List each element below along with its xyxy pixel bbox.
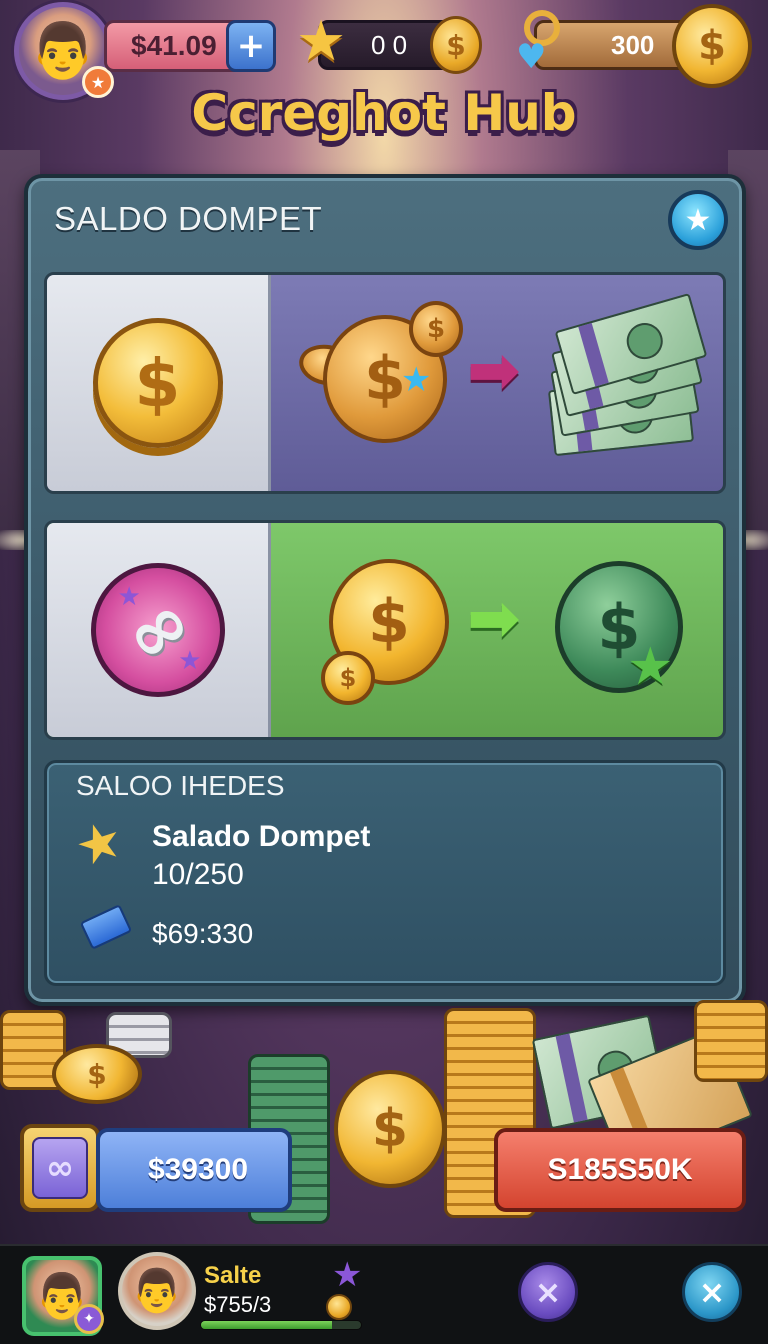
player-progress-bar	[200, 1320, 362, 1330]
panel-title: SALDO DOMPET	[54, 200, 323, 237]
player-name: Salte	[204, 1262, 262, 1289]
bottom-bar	[0, 1244, 768, 1344]
coin-stack-icon	[694, 1000, 768, 1082]
exchange-row-cash[interactable]: $ $ $ ★ ➡	[44, 272, 726, 494]
purple-star-icon: ★	[332, 1255, 363, 1295]
coin-symbol: $	[698, 23, 726, 69]
coin-value: 300	[611, 29, 655, 60]
purple-star-icon: ★	[178, 646, 202, 676]
coin-icon: $	[430, 16, 482, 74]
close-button[interactable]: ×	[682, 1262, 742, 1322]
arrow-right-icon: ➡	[467, 334, 521, 408]
star-value: 0 0	[371, 29, 408, 60]
row-left-tile: ∞ ★ ★	[47, 523, 271, 737]
redeem-button[interactable]: $39300	[96, 1128, 292, 1212]
small-coin-icon: $	[409, 301, 463, 357]
withdraw-button[interactable]: S185S50K	[494, 1128, 746, 1212]
big-coin-icon[interactable]: $	[672, 4, 752, 88]
decor-coin-icon: $	[334, 1070, 446, 1188]
badge-icon: ✦	[74, 1304, 104, 1334]
pretzel-badge-icon: ∞ ★ ★	[90, 563, 225, 697]
add-money-button[interactable]: +	[226, 20, 276, 72]
player-face-icon: 👨	[130, 1266, 184, 1315]
player-profile-avatar[interactable]: 👨	[118, 1252, 196, 1330]
arrow-right-icon: ➡	[467, 582, 521, 656]
favorite-button[interactable]: ★	[668, 190, 728, 250]
purple-star-icon: ★	[117, 582, 141, 612]
heart-icon: ♥	[516, 37, 547, 77]
player-value: $755/3	[204, 1292, 272, 1317]
redeem-button-label: $39300	[147, 1153, 249, 1186]
cancel-button[interactable]: ×	[518, 1262, 578, 1322]
withdraw-button-label: S185S50K	[547, 1153, 693, 1186]
row-left-tile: $	[47, 275, 271, 491]
progress-fill	[201, 1321, 333, 1329]
plus-icon: +	[236, 26, 266, 66]
green-star-icon: ★	[627, 637, 674, 697]
close-icon: ×	[698, 1273, 726, 1311]
hub-title: Ccreghot Hub	[191, 84, 577, 142]
pretzel-icon: ∞	[32, 1137, 88, 1199]
decor-coin-icon: $	[52, 1044, 142, 1104]
star-icon: ★	[684, 202, 712, 238]
wallet-progress: 10/250	[152, 858, 244, 891]
wallet-name: Salado Dompet	[152, 820, 371, 853]
close-icon: ×	[534, 1273, 562, 1311]
wallet-amount: $69:330	[152, 918, 254, 949]
coin-symbol: $	[446, 28, 466, 62]
small-coin-icon: $	[321, 651, 375, 705]
star-icon: ★	[296, 9, 347, 74]
cash-stack-icon	[543, 292, 708, 459]
info-title: SALOO IHEDES	[76, 770, 285, 801]
blue-star-icon: ★	[401, 360, 432, 400]
money-value: $41.09	[131, 30, 217, 61]
pretzel-item-button[interactable]: ∞	[20, 1124, 100, 1212]
gold-coin-icon: $	[92, 318, 223, 448]
exchange-row-green[interactable]: ∞ ★ ★ $ $ ➡ $ ★	[44, 520, 726, 740]
coin-icon	[326, 1294, 352, 1320]
